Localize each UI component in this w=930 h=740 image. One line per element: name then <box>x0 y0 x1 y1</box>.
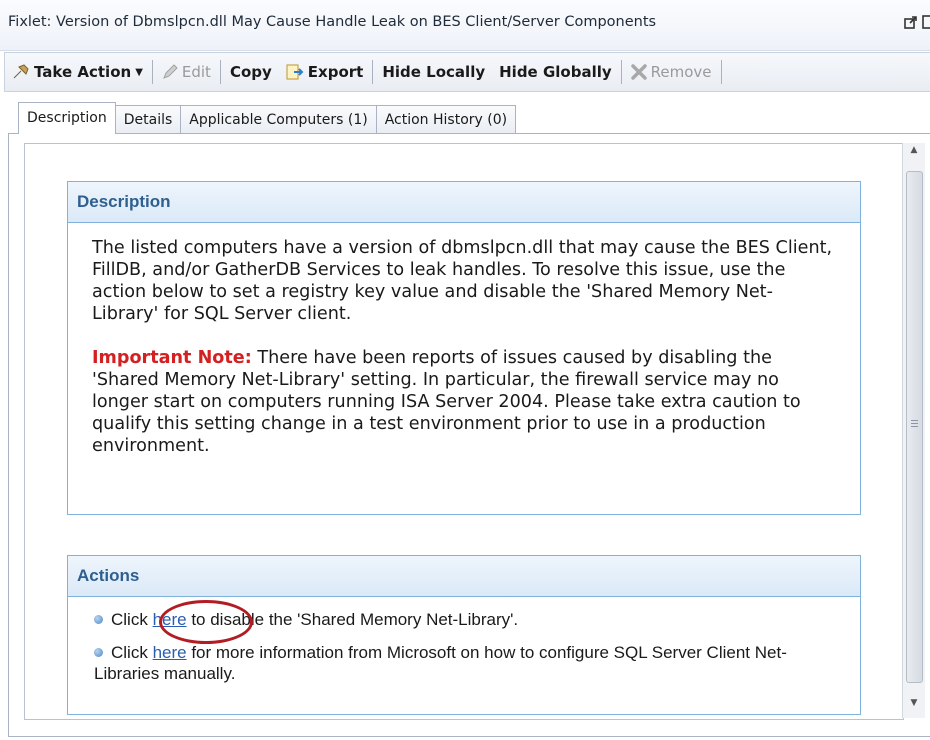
export-icon <box>286 63 304 81</box>
hide-locally-button[interactable]: Hide Locally <box>375 58 492 86</box>
content-area: Description The listed computers have a … <box>24 143 904 720</box>
actions-box: Actions Click here to disable the 'Share… <box>67 555 861 715</box>
tab-applicable-computers[interactable]: Applicable Computers (1) <box>180 105 377 134</box>
remove-label: Remove <box>650 63 712 81</box>
bullet-icon <box>94 648 103 657</box>
tab-action-history[interactable]: Action History (0) <box>375 105 517 134</box>
action-prefix: Click <box>111 643 153 662</box>
toolbar-separator <box>219 60 221 84</box>
chevron-down-icon: ▼ <box>135 66 143 78</box>
title-bar: Fixlet: Version of Dbmslpcn.dll May Caus… <box>0 0 930 51</box>
toolbar-separator <box>372 60 374 84</box>
window-controls <box>904 14 930 33</box>
tab-details[interactable]: Details <box>114 105 182 134</box>
edit-label: Edit <box>181 63 211 81</box>
description-paragraph: The listed computers have a version of d… <box>92 238 833 324</box>
bullet-icon <box>94 615 103 624</box>
copy-button[interactable]: Copy <box>223 58 279 86</box>
toolbar: Take Action ▼ Edit Copy Export Hide Loca… <box>4 52 930 92</box>
export-button[interactable]: Export <box>279 58 371 86</box>
tab-bar: Description Details Applicable Computers… <box>18 102 517 134</box>
remove-x-icon <box>630 64 647 80</box>
window-title: Fixlet: Version of Dbmslpcn.dll May Caus… <box>8 14 657 30</box>
take-action-button[interactable]: Take Action ▼ <box>5 58 150 86</box>
scroll-thumb[interactable] <box>906 171 923 683</box>
hide-globally-button[interactable]: Hide Globally <box>492 58 619 86</box>
scroll-down-arrow-icon[interactable]: ▼ <box>903 698 925 716</box>
action-link-disable[interactable]: here <box>153 610 187 629</box>
vertical-scrollbar[interactable]: ▲ ▼ <box>902 143 925 718</box>
tab-panel: Description The listed computers have a … <box>8 133 930 737</box>
take-action-icon <box>12 63 30 81</box>
actions-heading: Actions <box>68 556 860 597</box>
undock-icon[interactable] <box>904 14 918 33</box>
toolbar-separator <box>620 60 622 84</box>
maximize-icon[interactable] <box>922 14 930 33</box>
important-label: Important Note: <box>92 348 252 368</box>
scroll-up-arrow-icon[interactable]: ▲ <box>903 145 925 163</box>
action-suffix: to disable the 'Shared Memory Net-Librar… <box>186 610 519 629</box>
action-item: Click here to disable the 'Shared Memory… <box>88 600 840 644</box>
description-heading: Description <box>68 182 860 223</box>
action-prefix: Click <box>111 610 153 629</box>
toolbar-separator <box>720 60 722 84</box>
export-label: Export <box>307 63 364 81</box>
edit-button[interactable]: Edit <box>155 58 218 86</box>
description-box: Description The listed computers have a … <box>67 181 861 515</box>
hide-globally-label: Hide Globally <box>499 63 612 81</box>
important-note: Important Note: There have been reports … <box>92 347 836 457</box>
action-link-more-info[interactable]: here <box>153 643 187 662</box>
action-suffix: for more information from Microsoft on h… <box>94 643 787 683</box>
grip-icon <box>911 420 918 429</box>
action-item: Click here for more information from Mic… <box>88 642 840 684</box>
tab-description[interactable]: Description <box>18 102 116 134</box>
toolbar-separator <box>151 60 153 84</box>
pencil-icon <box>162 64 178 80</box>
remove-button[interactable]: Remove <box>624 58 719 86</box>
copy-label: Copy <box>229 63 272 81</box>
actions-body: Click here to disable the 'Shared Memory… <box>68 597 860 684</box>
hide-locally-label: Hide Locally <box>382 63 486 81</box>
take-action-label: Take Action <box>34 63 132 81</box>
description-body: The listed computers have a version of d… <box>68 223 860 457</box>
